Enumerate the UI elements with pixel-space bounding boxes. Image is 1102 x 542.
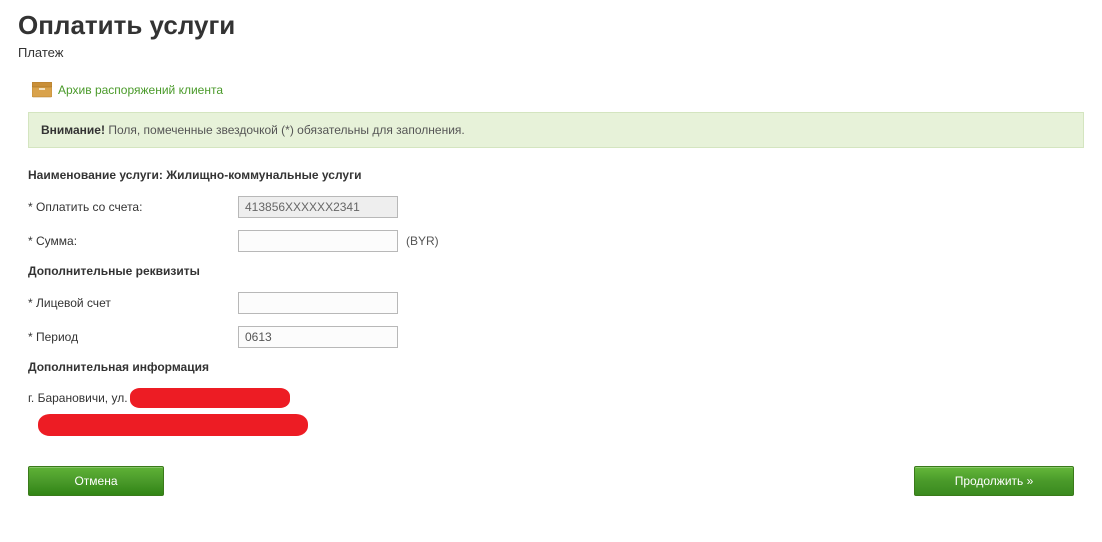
additional-req-heading: Дополнительные реквизиты	[28, 264, 1084, 278]
page-subtitle: Платеж	[18, 45, 1084, 60]
period-row: * Период	[28, 326, 1084, 348]
cancel-button[interactable]: Отмена	[28, 466, 164, 496]
notice-banner: Внимание! Поля, помеченные звездочкой (*…	[28, 112, 1084, 148]
personal-account-input[interactable]	[238, 292, 398, 314]
continue-button[interactable]: Продолжить »	[914, 466, 1074, 496]
account-row: * Оплатить со счета:	[28, 196, 1084, 218]
archive-icon	[32, 82, 52, 98]
period-input[interactable]	[238, 326, 398, 348]
redacted-block-2	[38, 414, 308, 436]
button-row: Отмена Продолжить »	[28, 466, 1074, 496]
account-input	[238, 196, 398, 218]
currency-label: (BYR)	[406, 234, 439, 248]
redacted-block-1	[130, 388, 290, 408]
service-name: Жилищно-коммунальные услуги	[166, 168, 361, 182]
archive-link-row: Архив распоряжений клиента	[32, 82, 1084, 98]
notice-prefix: Внимание!	[41, 123, 105, 137]
additional-info-heading: Дополнительная информация	[28, 360, 1084, 374]
address-prefix: г. Барановичи, ул.	[28, 391, 128, 405]
service-name-row: Наименование услуги: Жилищно-коммунальны…	[28, 168, 1084, 182]
account-label: * Оплатить со счета:	[28, 200, 238, 214]
archive-link[interactable]: Архив распоряжений клиента	[58, 83, 223, 97]
period-label: * Период	[28, 330, 238, 344]
amount-input[interactable]	[238, 230, 398, 252]
amount-row: * Сумма: (BYR)	[28, 230, 1084, 252]
personal-account-row: * Лицевой счет	[28, 292, 1084, 314]
service-label-prefix: Наименование услуги:	[28, 168, 166, 182]
notice-text: Поля, помеченные звездочкой (*) обязател…	[105, 123, 465, 137]
page-title: Оплатить услуги	[18, 10, 1084, 41]
personal-account-label: * Лицевой счет	[28, 296, 238, 310]
address-line: г. Барановичи, ул.	[28, 388, 1084, 408]
amount-label: * Сумма:	[28, 234, 238, 248]
